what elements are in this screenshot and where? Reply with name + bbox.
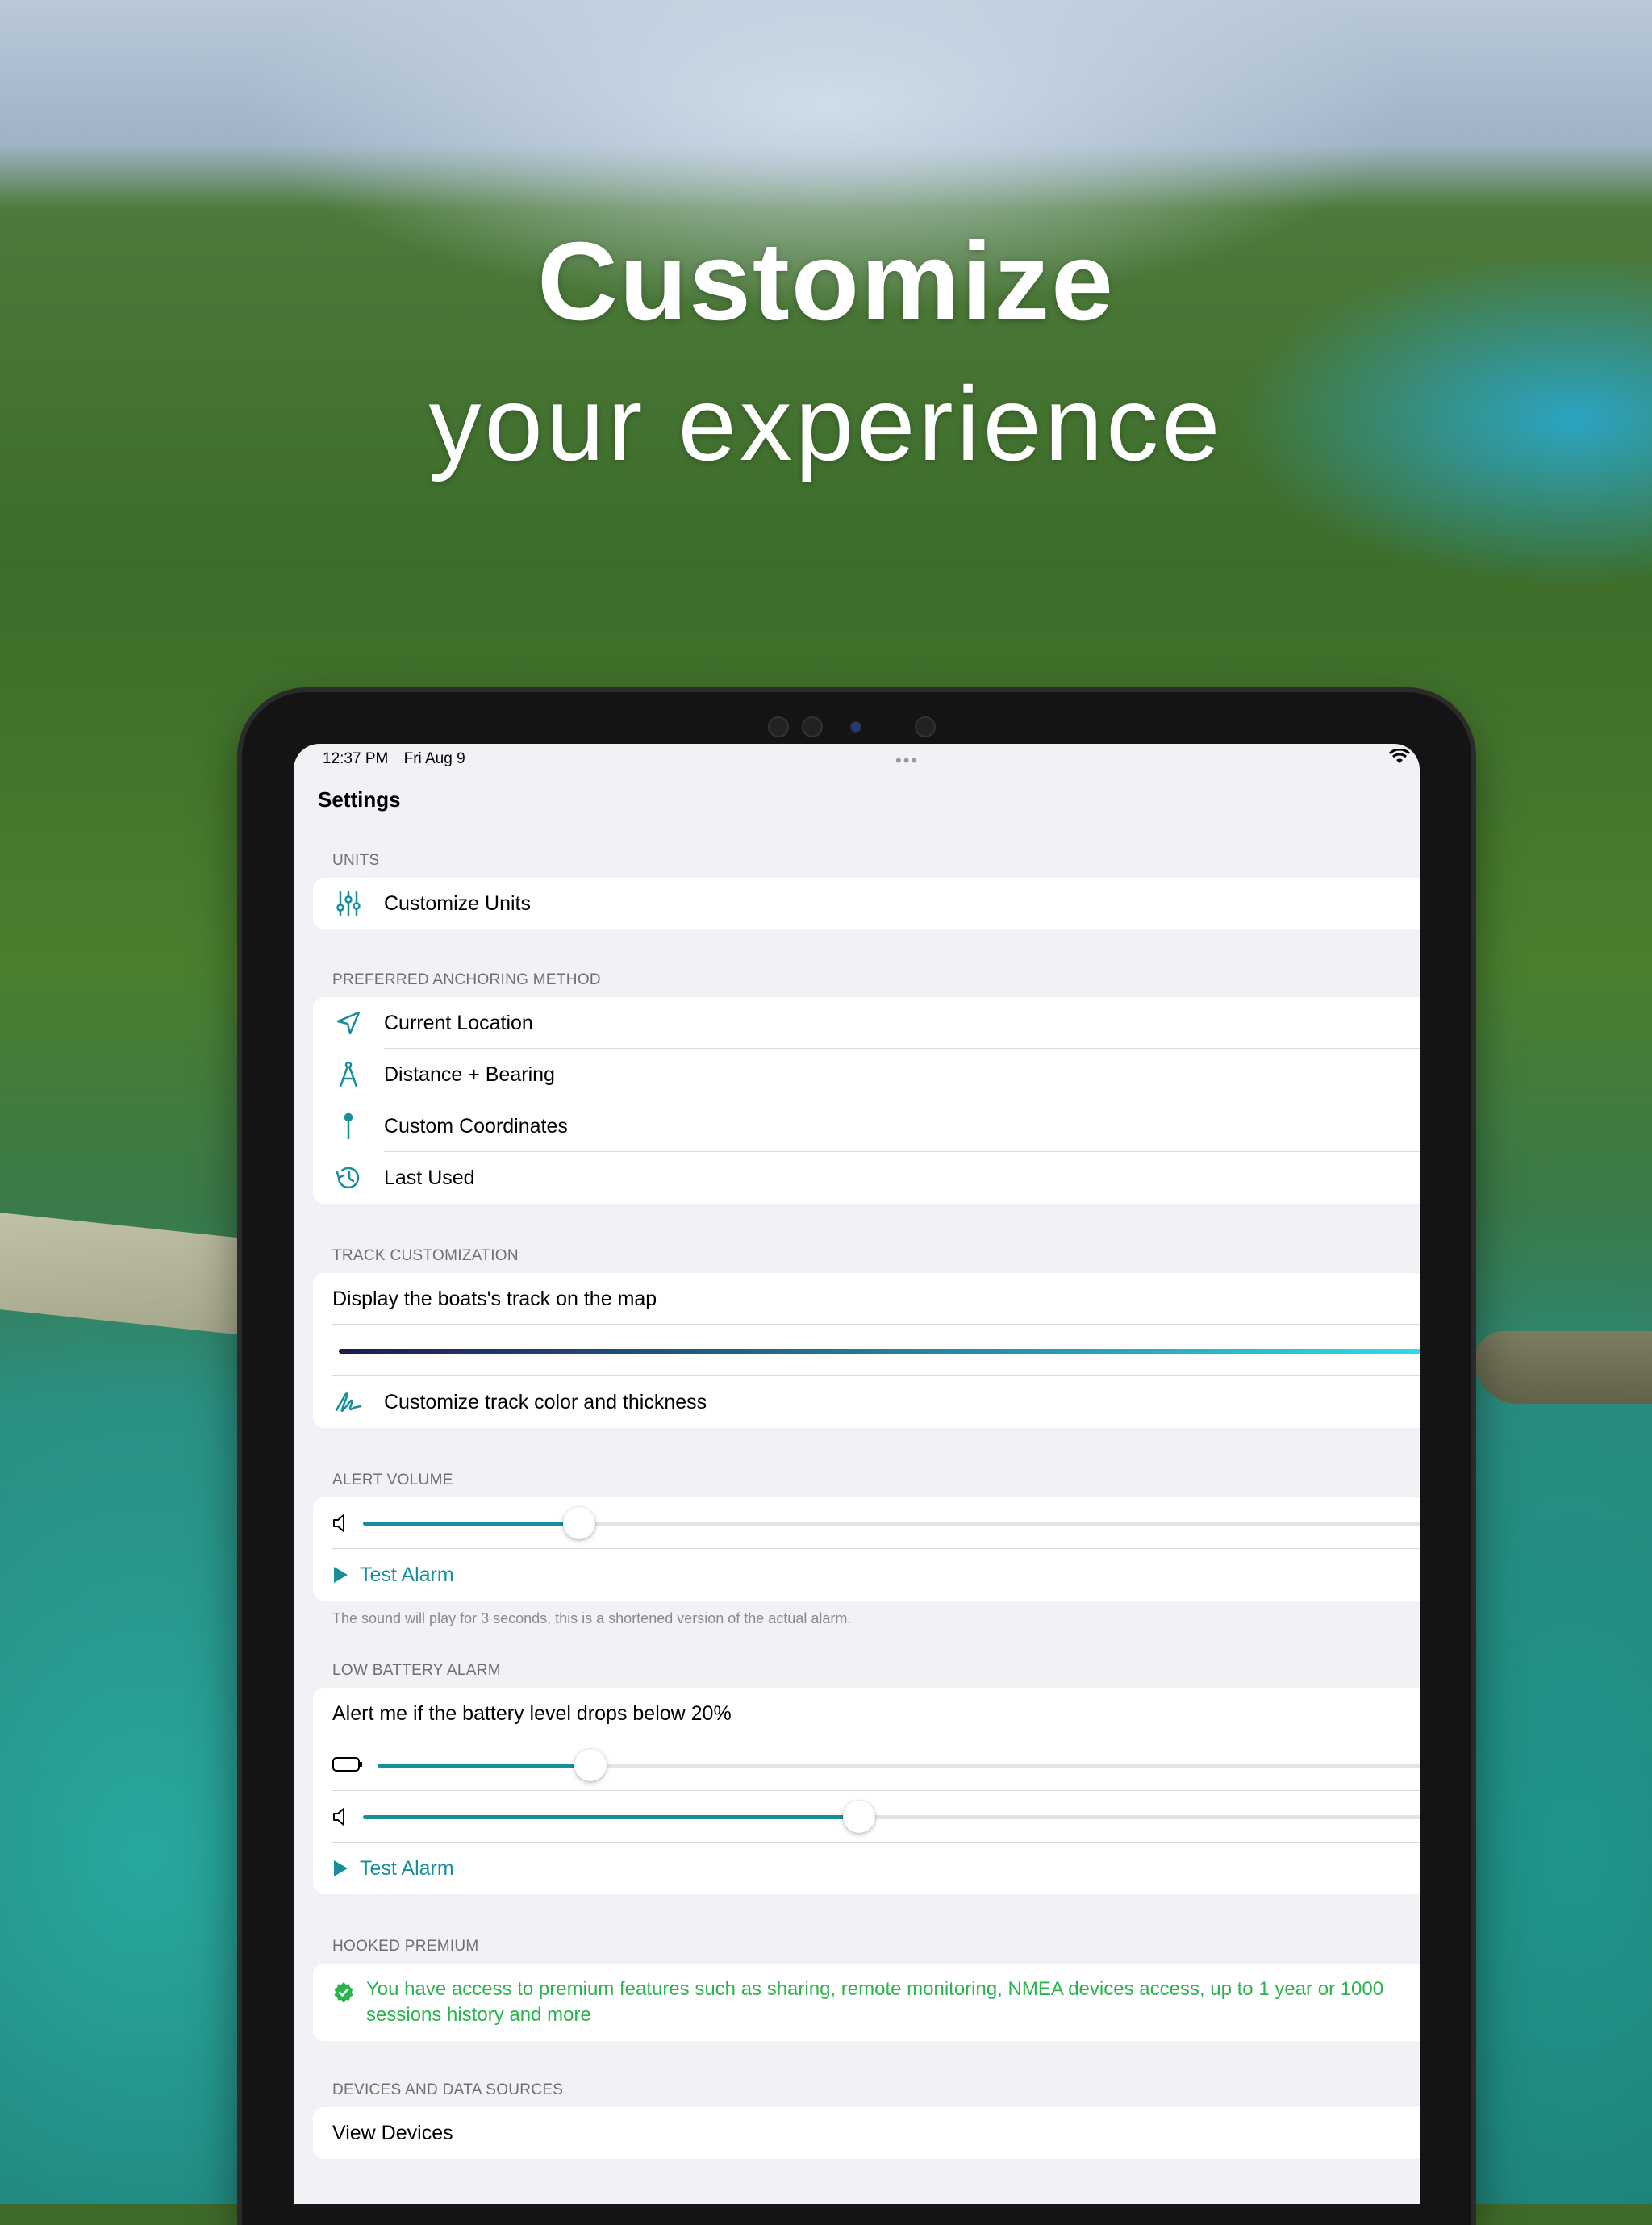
camera-lens [850, 721, 861, 733]
test-alarm-label: Test Alarm [360, 1856, 454, 1880]
pin-icon [332, 1110, 365, 1142]
headline-subtitle: your experience [428, 365, 1224, 482]
anchoring-group: Current Location Distance + Bearing Cust… [313, 997, 1420, 1204]
history-clock-icon [332, 1162, 365, 1194]
speaker-icon [332, 1807, 348, 1832]
camera-dot [768, 716, 789, 737]
section-label-premium: HOOKED PREMIUM [332, 1938, 479, 1955]
anchor-method-current-location[interactable]: Current Location [313, 997, 1420, 1049]
status-date: Fri Aug 9 [403, 750, 465, 767]
anchor-method-label: Current Location [384, 1011, 533, 1034]
page-title: Settings [318, 787, 401, 812]
battery-threshold-slider[interactable] [378, 1749, 1420, 1781]
signature-scribble-icon [332, 1386, 365, 1418]
section-label-alert-volume: ALERT VOLUME [332, 1472, 453, 1488]
customize-track-row[interactable]: Customize track color and thickness [313, 1376, 1420, 1428]
alert-volume-slider-row [313, 1497, 1420, 1549]
shore-rocks [1475, 1331, 1652, 1404]
battery-slider-row [313, 1739, 1420, 1791]
compass-drafting-icon [332, 1058, 365, 1091]
status-bar: 12:37 PM Fri Aug 9 [323, 750, 477, 768]
anchor-method-label: Distance + Bearing [384, 1062, 555, 1086]
anchor-method-label: Last Used [384, 1166, 475, 1189]
headline-title: Customize [537, 219, 1115, 344]
test-alarm-button[interactable]: Test Alarm [313, 1549, 1420, 1601]
anchor-method-last-used[interactable]: Last Used [313, 1152, 1420, 1204]
speaker-icon [332, 1513, 348, 1538]
app-screen: 12:37 PM Fri Aug 9 ••• Settings UNITS Cu… [294, 744, 1420, 2204]
alert-volume-slider-knob[interactable] [562, 1507, 595, 1539]
display-track-label: Display the boats's track on the map [332, 1287, 657, 1310]
multitasking-dots-icon[interactable]: ••• [895, 750, 919, 771]
alert-volume-slider-fill [363, 1522, 579, 1526]
customize-units-label: Customize Units [384, 891, 531, 915]
camera-dot [915, 716, 936, 737]
alert-volume-footnote: The sound will play for 3 seconds, this … [332, 1610, 852, 1626]
battery-threshold-slider-knob[interactable] [574, 1749, 607, 1781]
alert-volume-group: Test Alarm [313, 1497, 1420, 1601]
view-devices-row[interactable]: View Devices [313, 2107, 1420, 2159]
section-label-track: TRACK CUSTOMIZATION [332, 1247, 519, 1264]
play-icon [334, 1860, 348, 1876]
devices-group: View Devices [313, 2107, 1420, 2159]
section-label-anchoring: PREFERRED ANCHORING METHOD [332, 971, 601, 988]
play-icon [334, 1567, 348, 1583]
battery-volume-slider-row [313, 1791, 1420, 1843]
units-group: Customize Units [313, 878, 1420, 929]
track-preview-row [313, 1325, 1420, 1376]
anchor-method-label: Custom Coordinates [384, 1114, 568, 1138]
status-time: 12:37 PM [323, 750, 389, 767]
low-battery-description-row: Alert me if the battery level drops belo… [313, 1688, 1420, 1739]
premium-description: You have access to premium features such… [366, 1978, 1384, 2026]
low-battery-description: Alert me if the battery level drops belo… [332, 1701, 732, 1725]
view-devices-label: View Devices [332, 2121, 453, 2144]
battery-icon [332, 1755, 363, 1779]
battery-threshold-slider-fill [378, 1764, 590, 1768]
alert-volume-slider[interactable] [363, 1507, 1420, 1539]
section-label-units: UNITS [332, 852, 380, 869]
section-label-low-battery: LOW BATTERY ALARM [332, 1662, 501, 1679]
premium-group: You have access to premium features such… [313, 1964, 1420, 2041]
test-alarm-label: Test Alarm [360, 1563, 454, 1586]
wifi-icon [1388, 748, 1411, 770]
battery-alarm-volume-slider-fill [363, 1815, 860, 1819]
customize-track-label: Customize track color and thickness [384, 1390, 707, 1413]
track-gradient-preview [339, 1349, 1420, 1354]
low-battery-group: Alert me if the battery level drops belo… [313, 1688, 1420, 1894]
battery-alarm-volume-slider[interactable] [363, 1801, 1420, 1833]
section-label-devices: DEVICES AND DATA SOURCES [332, 2081, 564, 2098]
track-group: Display the boats's track on the map Cus… [313, 1273, 1420, 1428]
anchor-method-distance-bearing[interactable]: Distance + Bearing [313, 1049, 1420, 1100]
location-arrow-icon [332, 1007, 365, 1039]
anchor-method-custom-coordinates[interactable]: Custom Coordinates [313, 1100, 1420, 1152]
camera-dot [802, 716, 823, 737]
display-track-row[interactable]: Display the boats's track on the map [313, 1273, 1420, 1325]
verified-check-icon [332, 1981, 355, 2008]
battery-alarm-volume-slider-knob[interactable] [843, 1801, 876, 1833]
battery-test-alarm-button[interactable]: Test Alarm [313, 1843, 1420, 1894]
customize-units-row[interactable]: Customize Units [313, 878, 1420, 929]
sliders-icon [332, 887, 365, 920]
